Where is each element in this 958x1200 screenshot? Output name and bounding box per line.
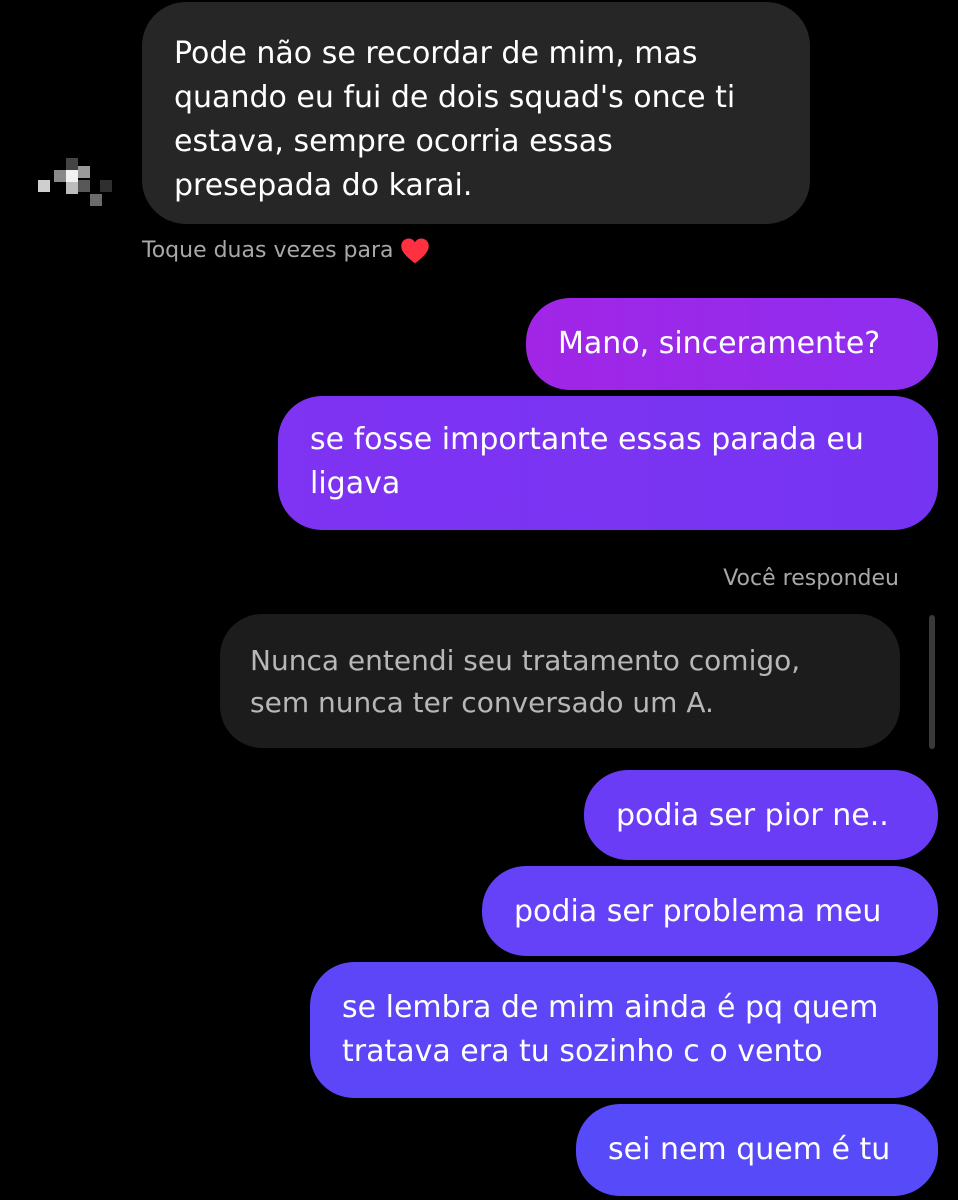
chat-thread: Pode não se recordar de mim, mas quando … (0, 0, 958, 1200)
heart-icon[interactable] (400, 237, 430, 265)
reply-indicator-bar (929, 615, 935, 749)
sent-message-bubble[interactable]: sei nem quem é tu (576, 1104, 938, 1196)
sent-message-bubble[interactable]: Mano, sinceramente? (526, 298, 938, 390)
quoted-message-bubble[interactable]: Nunca entendi seu tratamento comigo, sem… (220, 614, 900, 748)
sent-message-bubble[interactable]: podia ser pior ne.. (584, 770, 938, 860)
incoming-message-bubble[interactable]: Pode não se recordar de mim, mas quando … (142, 2, 810, 224)
sent-message-bubble[interactable]: se lembra de mim ainda é pq quem tratava… (310, 962, 938, 1098)
reply-label: Você respondeu (723, 566, 899, 591)
double-tap-hint-text: Toque duas vezes para (142, 238, 394, 263)
pixelated-avatar-icon[interactable] (38, 158, 118, 216)
sent-message-bubble[interactable]: podia ser problema meu (482, 866, 938, 956)
double-tap-hint: Toque duas vezes para (142, 237, 430, 265)
sent-message-bubble[interactable]: se fosse importante essas parada eu liga… (278, 396, 938, 530)
